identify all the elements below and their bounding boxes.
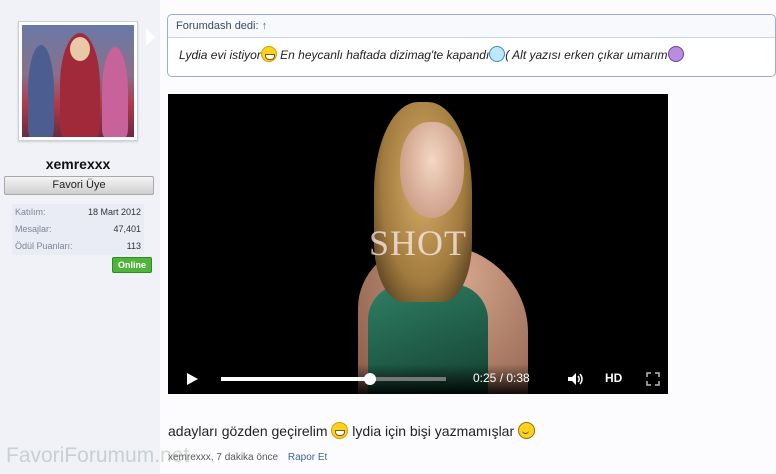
video-progress-bar[interactable] (221, 373, 446, 385)
user-info-panel: xemrexxx Favori Üye Katılım: 18 Mart 201… (0, 0, 160, 474)
video-overlay-title: SHOT (368, 223, 467, 263)
quote-box: Forumdash dedi: ↑ Lydia evi istiyor En h… (167, 14, 776, 77)
avatar[interactable] (22, 25, 134, 137)
stat-label: Mesajlar: (15, 224, 52, 234)
sad-smiley-icon (667, 46, 684, 62)
message-pointer (146, 28, 155, 46)
grin-smiley-icon (260, 46, 277, 62)
progress-handle[interactable] (363, 373, 376, 385)
avatar-figure-left (28, 45, 54, 137)
stat-row-points: Ödül Puanları: 113 (12, 238, 144, 255)
quote-segment: En heycanlı haftada dizimag'te kapandı (276, 48, 490, 62)
video-player[interactable]: SHOT 0:25 / 0:38 HD (168, 94, 668, 394)
avatar-frame[interactable] (18, 21, 138, 141)
user-stats: Katılım: 18 Mart 2012 Mesajlar: 47,401 Ö… (12, 204, 144, 255)
stat-value[interactable]: 47,401 (113, 221, 141, 238)
quote-text: Lydia evi istiyor En heycanlı haftada di… (168, 38, 775, 62)
cry-smiley-icon (489, 46, 506, 62)
stat-row-messages: Mesajlar: 47,401 (12, 221, 144, 238)
video-controls: 0:25 / 0:38 HD (168, 364, 668, 394)
smile-smiley-icon (518, 422, 536, 439)
report-link[interactable]: Rapor Et (288, 452, 327, 463)
avatar-face (70, 37, 90, 61)
stat-value: 18 Mart 2012 (87, 207, 141, 217)
video-time: 0:25 / 0:38 (473, 371, 530, 385)
stat-label: Katılım: (15, 207, 46, 217)
quote-author: Forumdash dedi: (176, 20, 259, 32)
grin-smiley-icon (331, 422, 349, 439)
post-time[interactable]: 7 dakika önce (216, 452, 278, 463)
quote-jump-icon[interactable]: ↑ (262, 20, 268, 32)
quote-header: Forumdash dedi: ↑ (168, 15, 775, 38)
user-title: Favori Üye (4, 176, 154, 195)
post-text: lydia için bişi yazmamışlar (348, 423, 519, 439)
stat-value[interactable]: 113 (127, 238, 141, 255)
progress-fill (221, 377, 370, 381)
stat-label: Ödül Puanları: (15, 241, 73, 251)
post-footer: xemrexxx, 7 dakika önce Rapor Et (168, 452, 327, 463)
play-icon[interactable] (187, 373, 198, 385)
online-badge: Online (112, 257, 152, 273)
post-message: adayları gözden geçirelim lydia için biş… (168, 422, 536, 439)
fullscreen-icon[interactable] (646, 372, 660, 386)
quote-segment: Lydia evi istiyor (179, 48, 261, 62)
hd-button[interactable]: HD (605, 371, 622, 385)
username[interactable]: xemrexxx (10, 156, 146, 172)
watermark: FavoriForumum.net (6, 444, 190, 467)
quote-segment: ( Alt yazısı erken çıkar umarım (505, 48, 668, 62)
video-frame-face (400, 122, 464, 218)
avatar-figure-right (102, 47, 128, 137)
post-text: adayları gözden geçirelim (168, 423, 332, 439)
volume-icon[interactable] (568, 373, 584, 385)
stat-row-joined: Katılım: 18 Mart 2012 (12, 204, 144, 221)
